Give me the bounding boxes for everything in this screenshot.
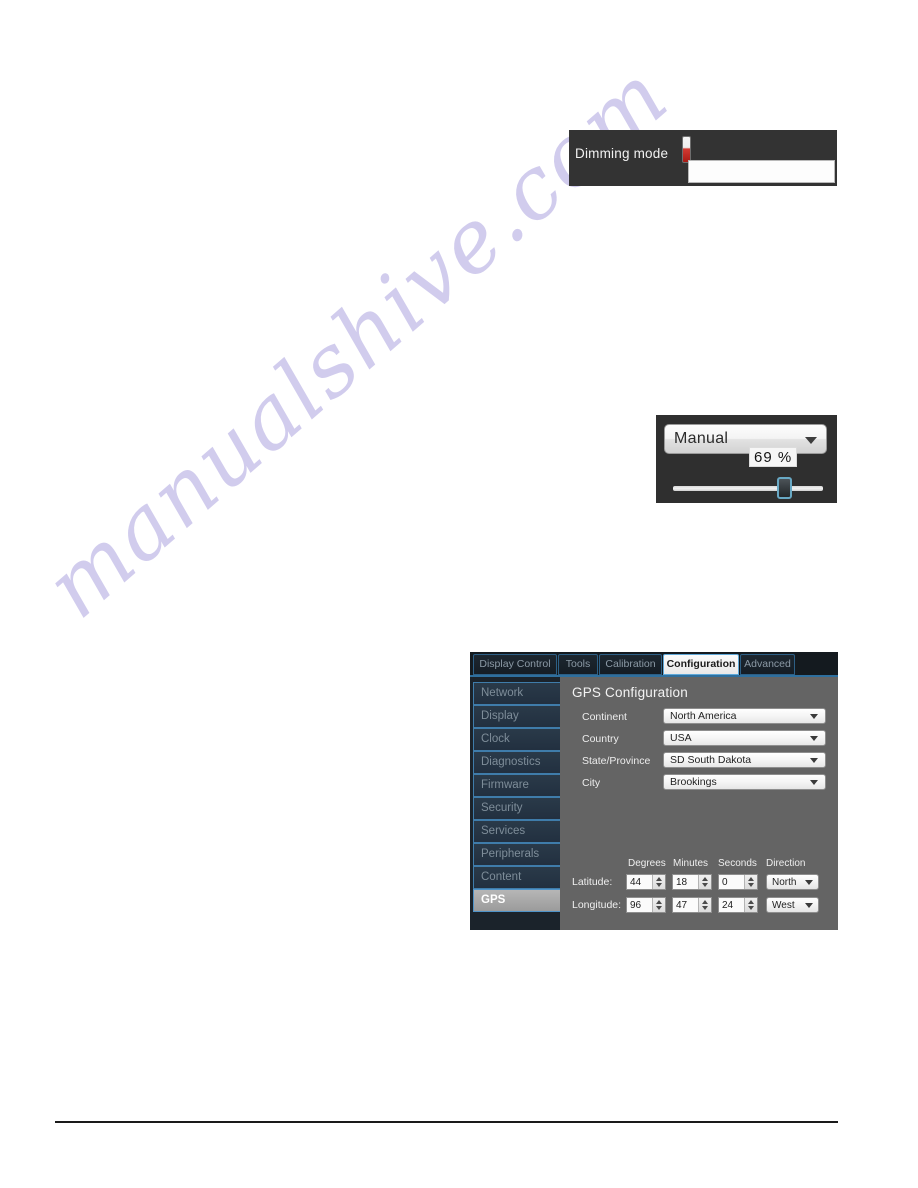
continent-select[interactable]: North America [663, 708, 826, 724]
stepper-down-icon[interactable] [656, 906, 662, 910]
chevron-down-icon [810, 758, 818, 763]
chevron-down-icon [805, 437, 817, 444]
latitude-degrees-value: 44 [630, 877, 642, 888]
sidebar-item-gps[interactable]: GPS [473, 889, 562, 912]
country-label: Country [582, 733, 619, 745]
state-province-select[interactable]: SD South Dakota [663, 752, 826, 768]
field-row-country: Country USA [560, 730, 838, 752]
dimming-mode-label: Dimming mode [575, 146, 669, 161]
state-province-label: State/Province [582, 755, 651, 767]
brightness-slider[interactable] [664, 477, 829, 499]
longitude-seconds-value: 24 [722, 900, 734, 911]
country-select[interactable]: USA [663, 730, 826, 746]
stepper-down-icon[interactable] [656, 883, 662, 887]
dimming-mode-select-value: Manual [674, 430, 729, 447]
slider-thumb[interactable] [777, 477, 792, 499]
manual-dimming-panel: Manual 69 % [656, 415, 837, 503]
field-row-continent: Continent North America [560, 708, 838, 730]
sidebar-item-clock[interactable]: Clock [473, 728, 562, 751]
page-title: GPS Configuration [572, 685, 688, 700]
latitude-seconds-value: 0 [722, 877, 728, 888]
tab-calibration[interactable]: Calibration [599, 654, 662, 675]
stepper-buttons[interactable] [744, 898, 757, 912]
longitude-label: Longitude: [572, 899, 622, 911]
stepper-up-icon[interactable] [656, 900, 662, 904]
stepper-up-icon[interactable] [702, 900, 708, 904]
longitude-minutes-stepper[interactable]: 47 [672, 897, 712, 913]
sidebar-item-diagnostics[interactable]: Diagnostics [473, 751, 562, 774]
longitude-direction-value: West [772, 900, 795, 911]
direction-header: Direction [766, 858, 806, 869]
sidebar-item-firmware[interactable]: Firmware [473, 774, 562, 797]
stepper-up-icon[interactable] [656, 877, 662, 881]
brightness-percent-badge: 69 % [749, 447, 798, 467]
city-select[interactable]: Brookings [663, 774, 826, 790]
thermometer-icon [682, 136, 691, 163]
gps-configuration-window: Display Control Tools Calibration Config… [470, 652, 838, 930]
tab-tools[interactable]: Tools [558, 654, 598, 675]
seconds-header: Seconds [718, 858, 757, 869]
field-row-city: City Brookings [560, 774, 838, 796]
chevron-down-icon [810, 714, 818, 719]
longitude-direction-select[interactable]: West [766, 897, 819, 913]
sidebar-item-security[interactable]: Security [473, 797, 562, 820]
stepper-buttons[interactable] [698, 898, 711, 912]
chevron-down-icon [805, 903, 813, 908]
brightness-percent-value: 69 % [754, 449, 793, 466]
dimming-mode-select[interactable]: Manual [664, 424, 827, 454]
longitude-degrees-stepper[interactable]: 96 [626, 897, 666, 913]
chevron-down-icon [805, 880, 813, 885]
latitude-degrees-stepper[interactable]: 44 [626, 874, 666, 890]
stepper-buttons[interactable] [698, 875, 711, 889]
continent-value: North America [670, 710, 737, 722]
minutes-header: Minutes [673, 858, 709, 869]
sidebar: Network Display Clock Diagnostics Firmwa… [473, 682, 562, 927]
stepper-up-icon[interactable] [702, 877, 708, 881]
latitude-minutes-stepper[interactable]: 18 [672, 874, 712, 890]
tab-advanced[interactable]: Advanced [740, 654, 795, 675]
city-label: City [582, 777, 601, 789]
field-row-state-province: State/Province SD South Dakota [560, 752, 838, 774]
longitude-seconds-stepper[interactable]: 24 [718, 897, 758, 913]
chevron-down-icon [810, 780, 818, 785]
latitude-direction-value: North [772, 877, 797, 888]
tab-configuration[interactable]: Configuration [663, 654, 739, 675]
tab-display-control[interactable]: Display Control [473, 654, 557, 675]
sidebar-item-peripherals[interactable]: Peripherals [473, 843, 562, 866]
stepper-down-icon[interactable] [748, 906, 754, 910]
stepper-up-icon[interactable] [748, 877, 754, 881]
stepper-up-icon[interactable] [748, 900, 754, 904]
continent-label: Continent [582, 711, 627, 723]
dimming-mode-panel: Dimming mode [569, 130, 837, 186]
sidebar-item-services[interactable]: Services [473, 820, 562, 843]
stepper-buttons[interactable] [652, 898, 665, 912]
stepper-down-icon[interactable] [748, 883, 754, 887]
gps-window-body: Network Display Clock Diagnostics Firmwa… [470, 677, 838, 930]
longitude-minutes-value: 47 [676, 900, 688, 911]
manual-page: manualshive.com Dimming mode Manual 69 %… [0, 0, 918, 1188]
latitude-label: Latitude: [572, 876, 613, 888]
footer-divider [55, 1121, 838, 1123]
sidebar-item-display[interactable]: Display [473, 705, 562, 728]
city-value: Brookings [670, 776, 717, 788]
state-province-value: SD South Dakota [670, 754, 752, 766]
longitude-degrees-value: 96 [630, 900, 642, 911]
stepper-down-icon[interactable] [702, 883, 708, 887]
country-value: USA [670, 732, 692, 744]
tab-bar: Display Control Tools Calibration Config… [470, 652, 838, 676]
latitude-direction-select[interactable]: North [766, 874, 819, 890]
chevron-down-icon [810, 736, 818, 741]
stepper-buttons[interactable] [744, 875, 757, 889]
sidebar-item-network[interactable]: Network [473, 682, 562, 705]
latitude-minutes-value: 18 [676, 877, 688, 888]
latitude-seconds-stepper[interactable]: 0 [718, 874, 758, 890]
degrees-header: Degrees [628, 858, 666, 869]
stepper-buttons[interactable] [652, 875, 665, 889]
sidebar-item-content[interactable]: Content [473, 866, 562, 889]
stepper-down-icon[interactable] [702, 906, 708, 910]
gps-content-panel: GPS Configuration Continent North Americ… [560, 677, 838, 930]
dimming-mode-input[interactable] [688, 160, 835, 183]
slider-track[interactable] [673, 486, 823, 491]
